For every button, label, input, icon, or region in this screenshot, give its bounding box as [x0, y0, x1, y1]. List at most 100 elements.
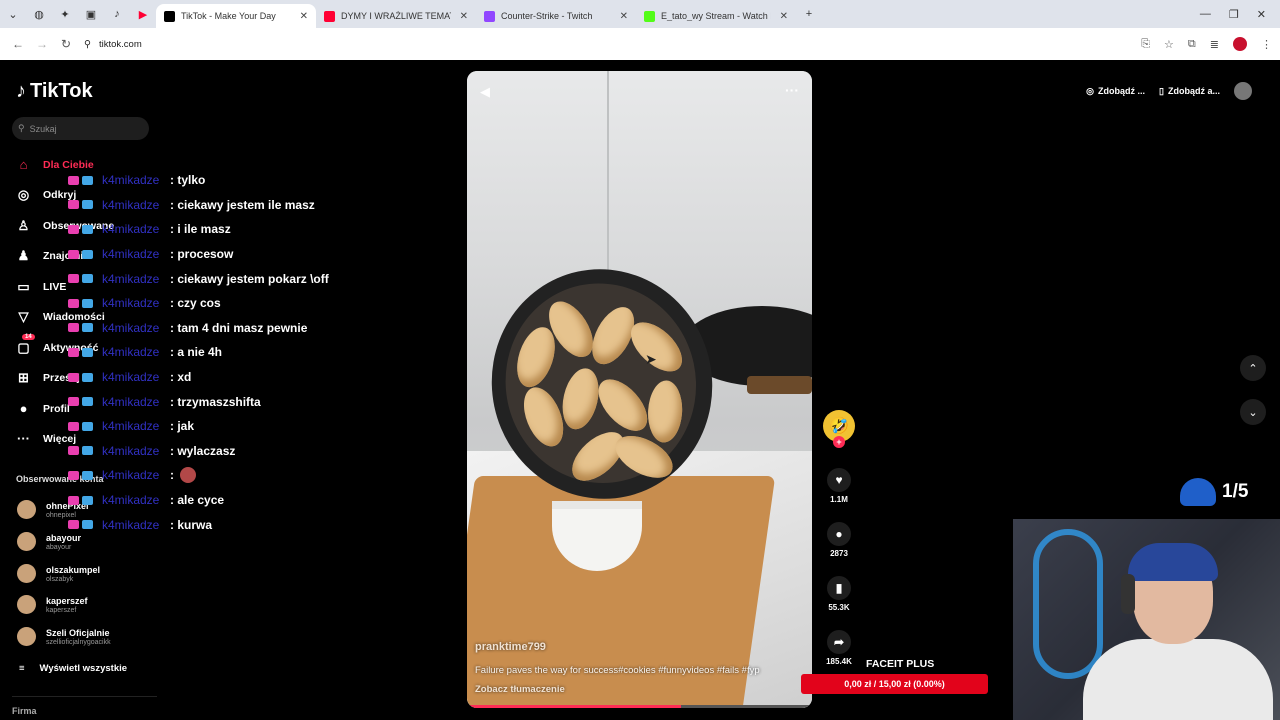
followed-account[interactable]: olszakumpel olszabyk — [17, 564, 100, 583]
close-tab-icon[interactable]: ✕ — [620, 11, 628, 22]
top-right-bar: ◎ Zdobądź ... ▯ Zdobądź a... — [1086, 82, 1252, 100]
nav-label: Profil — [43, 402, 70, 415]
nav-item-profil[interactable]: ● Profil — [16, 401, 70, 416]
chat-username: k4mikadze — [102, 394, 160, 409]
nav-label: LIVE — [43, 281, 67, 293]
profile-avatar[interactable] — [1233, 37, 1247, 51]
close-tab-icon[interactable]: ✕ — [780, 11, 788, 22]
creator-avatar[interactable]: 🤣 + — [822, 410, 856, 448]
chat-username: k4mikadze — [102, 173, 160, 188]
tiktok-logo[interactable]: ♪ TikTok — [16, 80, 93, 103]
sub-badge-icon — [68, 397, 79, 407]
followed-account[interactable]: kaperszef kaperszef — [17, 595, 88, 614]
search-input[interactable]: ⚲ Szukaj — [12, 117, 149, 140]
followed-account[interactable]: Szeli Oficjalnie szellioficjalnygoacikk — [17, 627, 111, 646]
site-info-icon[interactable]: ⚲ — [84, 39, 91, 50]
volume-icon[interactable]: ◀ — [480, 84, 490, 100]
pinned-tab-icon[interactable]: ✦ — [52, 0, 78, 28]
footer-firma-link[interactable]: Firma — [12, 706, 37, 716]
emote-icon — [180, 467, 196, 484]
translate-link[interactable]: Zobacz tłumaczenie — [475, 684, 565, 695]
chat-text: : — [170, 468, 174, 483]
chat-text: : jak — [170, 419, 195, 434]
account-name: Szeli Oficjalnie — [46, 627, 110, 638]
mod-badge-icon — [82, 347, 93, 357]
chat-username: k4mikadze — [102, 271, 160, 286]
chat-message: k4mikadze : tam 4 dni masz pewnie — [68, 316, 368, 341]
pinned-tab-youtube-icon[interactable]: ▶ — [130, 0, 156, 28]
follow-icon: ♙ — [17, 218, 30, 233]
emoji-avatar-icon: 🤣 — [829, 418, 849, 435]
chat-message: k4mikadze : procesow — [68, 242, 368, 267]
browser-tab[interactable]: Counter-Strike - Twitch ✕ — [476, 4, 636, 28]
close-window-icon[interactable]: ✕ — [1257, 8, 1266, 21]
reload-icon[interactable]: ↻ — [54, 37, 78, 51]
comment-count: 2873 — [830, 549, 848, 558]
install-icon[interactable]: ⎘ — [1141, 38, 1150, 51]
chat-text: : tam 4 dni masz pewnie — [170, 320, 308, 335]
previous-video-button[interactable]: ⌃ — [1240, 355, 1266, 381]
get-app-button[interactable]: ▯ Zdobądź a... — [1159, 86, 1220, 97]
media-icon[interactable]: ≣ — [1210, 38, 1219, 51]
notification-badge: 14 — [22, 334, 35, 340]
browser-tab[interactable]: DYMY I WRAŻLIWE TEMATY N... ✕ — [316, 4, 476, 28]
restore-icon[interactable]: ❐ — [1229, 8, 1239, 21]
mod-badge-icon — [82, 520, 93, 530]
follow-plus-icon[interactable]: + — [833, 436, 845, 448]
logo-text: TikTok — [30, 80, 93, 102]
activity-icon: ▢ 14 — [16, 334, 35, 356]
url-text: tiktok.com — [98, 38, 142, 50]
save-button[interactable]: ▮ 55.3K — [822, 576, 856, 612]
stream-counter: 1/5 — [1180, 478, 1248, 506]
nav-item-live[interactable]: ▭ LIVE — [16, 279, 66, 295]
pinned-tab-icon[interactable]: ▣ — [78, 0, 104, 28]
chat-username: k4mikadze — [102, 370, 160, 385]
menu-icon[interactable]: ⋮ — [1261, 38, 1272, 51]
sub-badge-icon — [68, 520, 79, 530]
tab-list-chevron-icon[interactable]: ⌄ — [0, 0, 26, 28]
url-field[interactable]: ⚲ tiktok.com — [84, 39, 142, 50]
browser-tab-strip: ⌄ ◍ ✦ ▣ ♪ ▶ TikTok - Make Your Day ✕ DYM… — [0, 0, 1280, 28]
user-avatar[interactable] — [1234, 82, 1252, 100]
chat-message: k4mikadze : czy cos — [68, 291, 368, 316]
chat-text: : tylko — [170, 173, 206, 188]
pinned-tab-tiktok-icon[interactable]: ♪ — [104, 0, 130, 28]
show-all-button[interactable]: ≡ Wyświetl wszystkie — [19, 663, 127, 674]
chat-message: k4mikadze : wylaczasz — [68, 439, 368, 464]
extensions-icon[interactable]: ⧉ — [1188, 38, 1196, 51]
video-author[interactable]: pranktime799 — [475, 641, 546, 653]
next-video-button[interactable]: ⌄ — [1240, 399, 1266, 425]
pinned-tab-icon[interactable]: ◍ — [26, 0, 52, 28]
divider — [12, 696, 157, 697]
chat-message: k4mikadze : ciekawy jestem pokarz \off — [68, 266, 368, 291]
like-button[interactable]: ♥ 1.1M — [822, 468, 856, 504]
get-coins-button[interactable]: ◎ Zdobądź ... — [1086, 86, 1145, 97]
close-tab-icon[interactable]: ✕ — [300, 11, 308, 22]
share-button[interactable]: ➦ 185.4K — [822, 630, 856, 666]
chat-text: : procesow — [170, 247, 234, 262]
tab-title: Counter-Strike - Twitch — [501, 11, 593, 21]
chat-username: k4mikadze — [102, 517, 160, 532]
bookmark-star-icon[interactable]: ☆ — [1164, 38, 1174, 51]
new-tab-button[interactable]: + — [796, 0, 822, 28]
back-icon[interactable]: ← — [6, 37, 30, 51]
minimize-icon[interactable]: — — [1200, 8, 1211, 21]
browser-tab[interactable]: TikTok - Make Your Day ✕ — [156, 4, 316, 28]
search-placeholder: Szukaj — [29, 123, 57, 134]
video-progress-bar[interactable] — [467, 705, 812, 708]
tiktok-note-icon: ♪ — [16, 80, 26, 102]
like-count: 1.1M — [830, 495, 848, 504]
browser-tab[interactable]: E_tato_wy Stream - Watch Live ✕ — [636, 4, 796, 28]
get-app-label: Zdobądź a... — [1167, 86, 1220, 96]
chat-message: k4mikadze : kurwa — [68, 512, 368, 537]
mod-badge-icon — [82, 298, 93, 308]
video-player[interactable]: ➤ ◀ ··· pranktime799 Failure paves the w… — [467, 71, 812, 708]
comment-icon: ● — [827, 522, 851, 546]
more-options-icon[interactable]: ··· — [785, 82, 799, 98]
address-bar: ← → ↻ ⚲ tiktok.com ⎘ ☆ ⧉ ≣ ⋮ — [0, 28, 1280, 60]
close-tab-icon[interactable]: ✕ — [460, 11, 468, 22]
forward-icon[interactable]: → — [30, 37, 54, 51]
chat-text: : czy cos — [170, 296, 221, 311]
chat-username: k4mikadze — [102, 222, 160, 237]
comment-button[interactable]: ● 2873 — [822, 522, 856, 558]
